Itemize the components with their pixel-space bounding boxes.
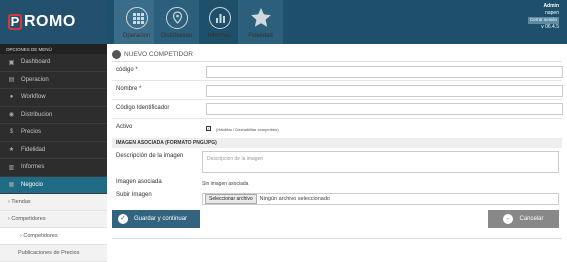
sidebar-item-label: Precios — [21, 129, 42, 136]
codigo-label: código * — [116, 67, 138, 73]
distribucion-icon: ◉ — [8, 112, 15, 119]
sidebar: Opciones de menú ▣ Dashboard ▤ Operacion ●… — [0, 44, 107, 262]
sidebar-item-informes[interactable]: ▥ Informes — [0, 159, 107, 177]
bar-chart-icon — [209, 7, 231, 29]
form-row-codigo-identificador: Código Identificador — [112, 101, 563, 119]
star-icon — [250, 7, 272, 29]
sidebar-item-label: Fidelidad — [21, 146, 46, 153]
file-input[interactable]: Seleccionar archivo Ningún archivo selec… — [202, 193, 559, 205]
descripcion-label: Descripción de la imagen — [116, 153, 184, 159]
imagen-asociada-label: Imagen asociada — [116, 179, 162, 185]
sidebar-sub-competidores-active[interactable]: › Competidores — [0, 228, 107, 245]
nav-fidelidad[interactable]: Fidelidad — [238, 0, 283, 44]
sidebar-item-precios[interactable]: $ Precios — [0, 124, 107, 142]
logo-letter: P — [8, 14, 22, 30]
sidebar-item-label: Workflow — [21, 94, 46, 101]
sidebar-item-label: Negocio — [21, 181, 44, 188]
sidebar-sub-competidores[interactable]: › Competidores — [0, 211, 107, 228]
map-pin-icon — [166, 7, 188, 29]
sidebar-sub-publicaciones[interactable]: Publicaciones de Precios — [0, 245, 107, 262]
form-divider — [112, 238, 562, 239]
nav-distribucion-label: Distribucion — [160, 33, 193, 39]
brand-logo[interactable]: P ROMO — [0, 0, 107, 44]
cancel-button-label: Cancelar — [519, 216, 544, 222]
arrow-left-icon: ← — [503, 214, 514, 224]
top-bar: P ROMO Operacion Distribucion Informes F… — [0, 0, 567, 44]
sidebar-sub-tiendas[interactable]: › Tiendas — [0, 194, 107, 211]
tag-icon — [112, 50, 121, 59]
main-content: NUEVO COMPETIDOR código * Nombre * Códig… — [108, 44, 567, 262]
subir-imagen-label: Subir Imagen — [116, 192, 152, 198]
sidebar-item-dashboard[interactable]: ▣ Dashboard — [0, 54, 107, 72]
logo-text: ROMO — [24, 13, 76, 30]
nav-informes-label: Informes — [207, 33, 232, 39]
form-row-codigo: código * — [112, 64, 563, 81]
sidebar-item-negocio[interactable]: ▦ Negocio — [0, 176, 107, 194]
user-username: napen — [545, 9, 559, 16]
sidebar-item-workflow[interactable]: ● Workflow — [0, 89, 107, 107]
logout-button[interactable]: Cerrar sesión — [527, 17, 559, 24]
form-title-bar: NUEVO COMPETIDOR — [112, 48, 562, 62]
workflow-icon: ● — [9, 94, 14, 101]
imagen-asociada-value: Sin imagen asociada — [202, 181, 249, 187]
activo-label: Activo — [116, 124, 133, 130]
nav-informes[interactable]: Informes — [197, 0, 242, 44]
sidebar-item-label: Operacion — [21, 76, 49, 83]
nav-operacion[interactable]: Operacion — [114, 0, 159, 44]
nav-fidelidad-label: Fidelidad — [248, 33, 273, 39]
cancel-button[interactable]: ← Cancelar — [488, 210, 559, 228]
sidebar-item-distribucion[interactable]: ◉ Distribucion — [0, 107, 107, 124]
sidebar-item-label: Informes — [21, 164, 45, 171]
nav-distribucion[interactable]: Distribucion — [154, 0, 199, 44]
sidebar-item-label: Distribucion — [21, 111, 53, 118]
sidebar-header: Opciones de menú — [0, 44, 107, 54]
check-icon: ✓ — [118, 214, 128, 224]
nombre-label: Nombre * — [116, 86, 142, 92]
codigo-identificador-label: Código Identificador — [116, 105, 170, 111]
nombre-input[interactable] — [206, 85, 563, 97]
sidebar-item-fidelidad[interactable]: ★ Fidelidad — [0, 142, 107, 159]
section-imagen: IMAGEN ASOCIADA (FORMATO PNG/JPG) — [112, 138, 562, 148]
form-title: NUEVO COMPETIDOR — [124, 51, 193, 58]
file-select-button[interactable]: Seleccionar archivo — [205, 194, 257, 204]
sidebar-item-label: Dashboard — [21, 59, 51, 66]
nav-operacion-label: Operacion — [122, 33, 151, 39]
star-icon: ★ — [8, 147, 15, 154]
file-status: Ningún archivo seleccionado — [259, 196, 330, 202]
form-row-nombre: Nombre * — [112, 82, 563, 100]
descripcion-textarea[interactable]: Descripcion de la imagen — [202, 151, 559, 173]
briefcase-icon: ▦ — [8, 182, 15, 189]
dashboard-icon: ▣ — [8, 59, 15, 66]
codigo-input[interactable] — [206, 66, 563, 78]
codigo-identificador-input[interactable] — [206, 103, 563, 115]
activo-checkbox[interactable]: ✓ — [206, 126, 211, 131]
grid-icon — [126, 7, 148, 29]
operacion-icon: ▤ — [8, 77, 15, 84]
user-panel: Admin napen Cerrar sesión v 06.4.5 — [527, 3, 559, 30]
form-row-activo: Activo — [112, 120, 562, 140]
app-version: v 06.4.5 — [541, 23, 559, 30]
save-button-label: Guardar y continuar — [134, 216, 188, 222]
sidebar-item-operacion[interactable]: ▤ Operacion — [0, 72, 107, 89]
save-button[interactable]: ✓ Guardar y continuar — [112, 210, 200, 228]
chart-icon: ▥ — [8, 164, 15, 171]
dollar-icon: $ — [9, 129, 14, 136]
activo-help: (Habilitar / Deshabilitar competidor) — [216, 127, 279, 132]
